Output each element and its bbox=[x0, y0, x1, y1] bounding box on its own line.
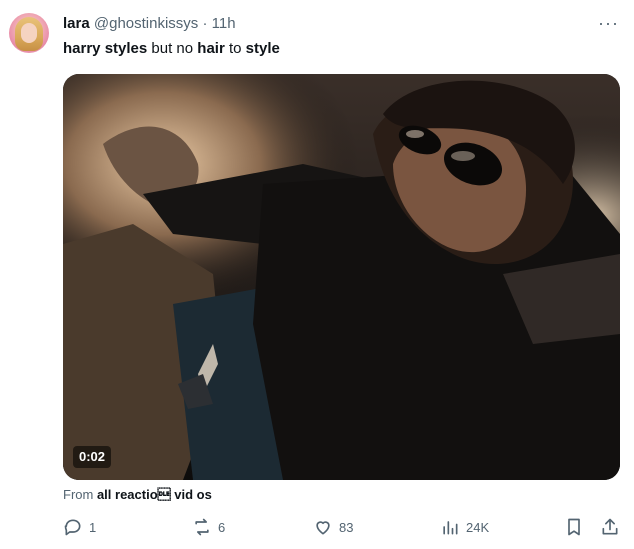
video-source-link[interactable]: all reactio vid os bbox=[97, 487, 212, 502]
tweet-text-part-5: style bbox=[245, 40, 280, 57]
repost-icon bbox=[195, 518, 209, 536]
share-button[interactable] bbox=[600, 512, 620, 542]
user-handle[interactable]: @ghostinkissys bbox=[94, 15, 198, 32]
avatar[interactable] bbox=[9, 13, 49, 53]
views-icon bbox=[443, 521, 458, 535]
like-count: 83 bbox=[339, 519, 354, 535]
meta-separator: · bbox=[202, 15, 208, 32]
reply-count: 1 bbox=[89, 519, 97, 535]
tweet-text-part-1: harry styles bbox=[63, 40, 148, 57]
tweet-time[interactable]: 11h bbox=[212, 15, 236, 32]
views-count: 24K bbox=[466, 519, 490, 535]
repost-count: 6 bbox=[218, 519, 226, 535]
avatar-face bbox=[21, 23, 37, 43]
bookmark-icon bbox=[568, 518, 580, 536]
tweet-text-part-4: to bbox=[224, 40, 246, 57]
tweet-actions: 1 6 83 24K bbox=[0, 512, 634, 542]
more-horizontal-icon[interactable]: ··· bbox=[598, 14, 619, 32]
like-icon bbox=[316, 521, 330, 535]
repost-button[interactable]: 6 bbox=[192, 512, 225, 542]
video-source-prefix: From bbox=[63, 487, 97, 502]
tweet-header: lara @ghostinkissys · 11h bbox=[63, 14, 236, 34]
tweet-text: harry styles but no hair to style bbox=[63, 39, 280, 59]
display-name[interactable]: lara bbox=[63, 15, 90, 32]
reply-button[interactable]: 1 bbox=[63, 512, 96, 542]
video-player[interactable]: 0:02 bbox=[63, 74, 620, 480]
bookmark-button[interactable] bbox=[564, 512, 584, 542]
video-source: From all reactio vid os bbox=[63, 486, 212, 503]
video-frame bbox=[63, 74, 620, 480]
share-icon bbox=[602, 518, 618, 535]
tweet-text-part-2: but no bbox=[147, 40, 198, 57]
video-duration: 0:02 bbox=[73, 446, 112, 468]
views-button[interactable]: 24K bbox=[440, 512, 489, 542]
like-button[interactable]: 83 bbox=[313, 512, 353, 542]
tweet-text-part-3: hair bbox=[197, 40, 225, 57]
reply-icon bbox=[64, 519, 81, 536]
